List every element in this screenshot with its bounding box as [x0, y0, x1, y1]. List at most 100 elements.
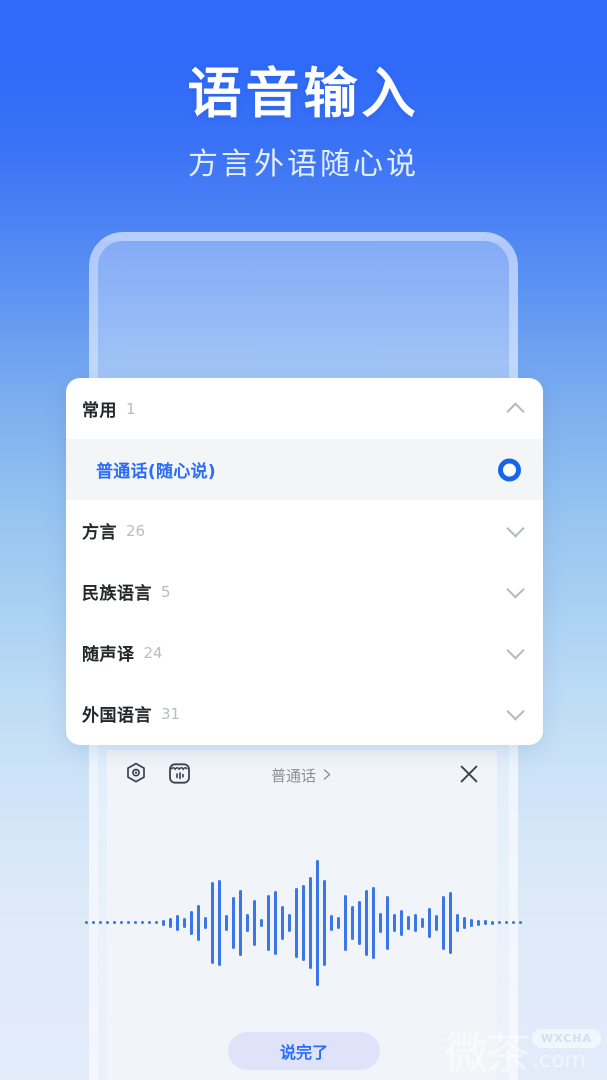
category-count: 31 — [161, 704, 181, 723]
waveform-bar — [92, 921, 95, 924]
category-count: 26 — [126, 521, 146, 540]
waveform-bar — [127, 921, 130, 924]
category-row-waiguoyuyan[interactable]: 外国语言 31 — [66, 683, 543, 744]
waveform-bar — [183, 917, 186, 928]
waveform-bar — [190, 910, 193, 935]
waveform-bar — [274, 890, 277, 955]
waveform-bar — [505, 921, 508, 924]
waveform-bar — [197, 904, 200, 941]
waveform-bar — [435, 914, 438, 931]
waveform-bar — [113, 921, 116, 924]
radio-selected-icon[interactable] — [498, 458, 521, 481]
category-count: 5 — [161, 582, 171, 601]
category-count: 1 — [126, 399, 136, 418]
hex-settings-icon[interactable] — [124, 761, 148, 789]
language-option-label: 普通话(随心说) — [96, 462, 216, 482]
language-selection-card: 常用 1 普通话(随心说) 方言 26 民族语言 5 随声译 24 外国语言 3… — [66, 378, 543, 745]
waveform-bar — [267, 894, 270, 951]
waveform-bar — [302, 884, 305, 961]
waveform-bar — [155, 921, 158, 924]
waveform-bar — [477, 919, 480, 926]
waveform-bar — [246, 913, 249, 932]
header: 语音输入 方言外语随心说 — [0, 0, 607, 183]
waveform-bar — [85, 921, 88, 924]
ime-language-selector: 普通话 — [107, 750, 497, 800]
keyboard-voice-icon[interactable] — [167, 761, 192, 790]
chevron-down-icon[interactable] — [506, 579, 525, 599]
waveform-bar — [344, 894, 347, 951]
waveform-bar — [99, 921, 102, 924]
waveform-bar — [351, 905, 354, 940]
chevron-down-icon[interactable] — [506, 701, 525, 721]
category-name: 民族语言 — [82, 584, 152, 604]
waveform-bar — [288, 913, 291, 932]
waveform-bar — [365, 889, 368, 956]
waveform-bars — [85, 853, 522, 993]
language-option-putonghua[interactable]: 普通话(随心说) — [66, 439, 543, 500]
category-row-changyong[interactable]: 常用 1 — [66, 378, 543, 439]
waveform-bar — [400, 909, 403, 936]
waveform-bar — [323, 879, 326, 966]
ime-toolbar: 普通话 — [107, 750, 497, 800]
waveform-bar — [204, 916, 207, 929]
waveform-bar — [148, 921, 151, 924]
waveform-bar — [512, 921, 515, 924]
waveform-bar — [407, 915, 410, 930]
chevron-down-icon[interactable] — [506, 518, 525, 538]
waveform-bar — [449, 891, 452, 954]
waveform-bar — [232, 896, 235, 949]
waveform-bar — [141, 921, 144, 924]
waveform-bar — [393, 913, 396, 932]
chevron-down-icon[interactable] — [506, 640, 525, 660]
category-name: 方言 — [82, 523, 117, 543]
category-row-minzuyuyan[interactable]: 民族语言 5 — [66, 561, 543, 622]
waveform-bar — [463, 916, 466, 929]
waveform-bar — [162, 919, 165, 926]
waveform-bar — [519, 921, 522, 924]
waveform-bar — [470, 918, 473, 927]
category-row-fangyan[interactable]: 方言 26 — [66, 500, 543, 561]
waveform-bar — [330, 914, 333, 931]
waveform-bar — [421, 917, 424, 928]
chevron-up-icon[interactable] — [506, 401, 525, 421]
voice-waveform — [0, 845, 607, 1000]
waveform-bar — [498, 921, 501, 924]
waveform-bar — [225, 914, 228, 931]
waveform-bar — [386, 895, 389, 950]
ime-language-label[interactable]: 普通话 — [271, 765, 316, 786]
waveform-bar — [106, 921, 109, 924]
waveform-bar — [239, 889, 242, 956]
waveform-bar — [218, 879, 221, 966]
waveform-bar — [379, 912, 382, 933]
page-subtitle: 方言外语随心说 — [188, 147, 419, 183]
waveform-bar — [176, 914, 179, 931]
waveform-bar — [428, 907, 431, 938]
waveform-bar — [134, 921, 137, 924]
waveform-bar — [316, 859, 319, 986]
waveform-bar — [358, 900, 361, 945]
waveform-bar — [491, 920, 494, 925]
category-name: 常用 — [82, 401, 117, 421]
waveform-bar — [456, 913, 459, 932]
waveform-bar — [120, 921, 123, 924]
page-title: 语音输入 — [187, 62, 420, 125]
waveform-bar — [442, 895, 445, 950]
category-name: 外国语言 — [82, 706, 152, 726]
waveform-bar — [309, 876, 312, 969]
waveform-bar — [484, 920, 487, 925]
waveform-bar — [253, 899, 256, 946]
waveform-bar — [211, 881, 214, 964]
close-icon[interactable] — [457, 762, 481, 790]
waveform-bar — [281, 905, 284, 940]
waveform-bar — [169, 917, 172, 928]
waveform-bar — [372, 886, 375, 959]
chevron-right-icon[interactable] — [322, 766, 333, 785]
category-row-suishengyi[interactable]: 随声译 24 — [66, 622, 543, 683]
waveform-bar — [414, 913, 417, 932]
waveform-bar — [295, 887, 298, 958]
waveform-bar — [337, 916, 340, 929]
category-count: 24 — [143, 643, 163, 662]
done-speaking-button[interactable]: 说完了 — [228, 1032, 380, 1070]
category-name: 随声译 — [82, 645, 135, 665]
waveform-bar — [260, 918, 263, 927]
